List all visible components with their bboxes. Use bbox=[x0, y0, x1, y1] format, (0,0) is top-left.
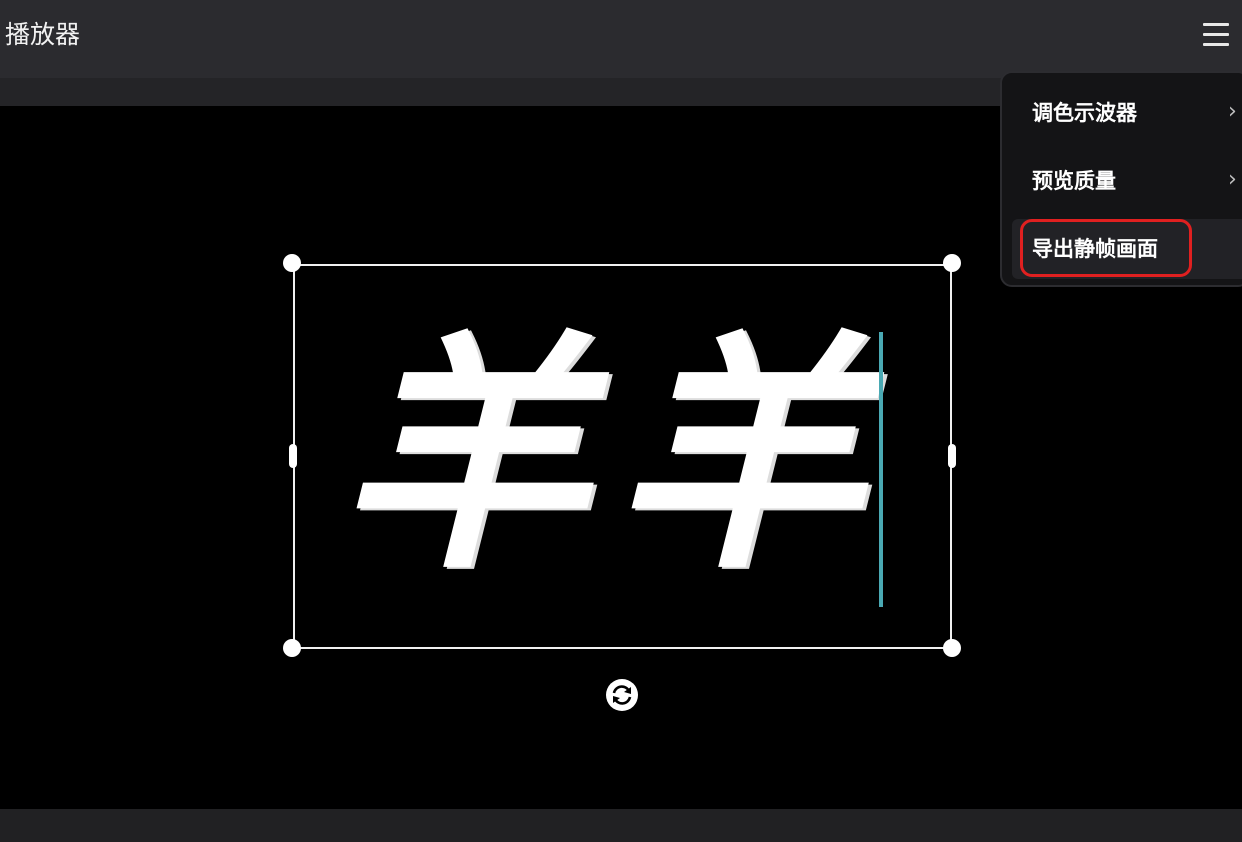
menu-icon-line bbox=[1203, 23, 1229, 26]
resize-handle-top-right[interactable] bbox=[943, 254, 961, 272]
highlight-annotation bbox=[1020, 219, 1192, 277]
resize-handle-left[interactable] bbox=[289, 444, 297, 468]
resize-handle-bottom-left[interactable] bbox=[283, 639, 301, 657]
menu-item-label: 预览质量 bbox=[1032, 169, 1116, 193]
menu-item-label: 调色示波器 bbox=[1032, 101, 1137, 125]
resize-handle-top-left[interactable] bbox=[283, 254, 301, 272]
menu-item-preview-quality[interactable]: 预览质量 › bbox=[1012, 151, 1242, 211]
menu-icon-line bbox=[1203, 43, 1229, 46]
chevron-right-icon: › bbox=[1228, 99, 1237, 124]
menu-item-color-scope[interactable]: 调色示波器 › bbox=[1012, 83, 1242, 143]
page-title: 播放器 bbox=[5, 20, 81, 49]
menu-icon-line bbox=[1203, 33, 1229, 36]
bottom-bar bbox=[0, 809, 1242, 842]
resize-handle-bottom-right[interactable] bbox=[943, 639, 961, 657]
selection-box[interactable] bbox=[293, 264, 952, 649]
resize-handle-right[interactable] bbox=[948, 444, 956, 468]
rotate-icon[interactable] bbox=[605, 678, 639, 712]
chevron-right-icon: › bbox=[1228, 167, 1237, 192]
hamburger-menu-button[interactable] bbox=[1198, 18, 1234, 52]
top-bar: 播放器 bbox=[0, 0, 1242, 78]
